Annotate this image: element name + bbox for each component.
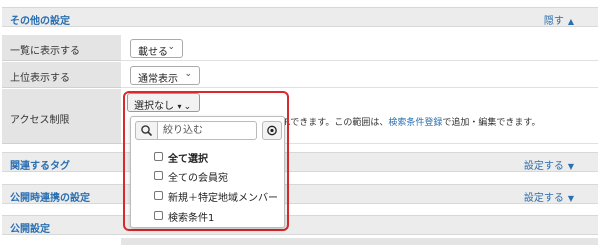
filter-input[interactable] <box>157 121 257 140</box>
toggle-label[interactable]: 隠す <box>544 16 564 27</box>
desc-suffix: で追加・編集できます。 <box>442 118 541 128</box>
search-icon <box>141 125 152 136</box>
label-text: 一覧に表示する <box>10 46 80 57</box>
row-label-list-display: 一覧に表示する <box>2 35 121 61</box>
publish-integration-header: 公開時連携の設定 設定する ▼ <box>2 184 598 204</box>
triangle-down-icon: ▼ <box>567 162 574 171</box>
checkbox[interactable] <box>154 171 163 180</box>
section-title: 公開時連携の設定 <box>10 193 90 204</box>
publish-settings-header: 公開設定 <box>2 215 598 235</box>
list-display-select[interactable]: 載せる ⌄ <box>130 39 183 58</box>
chevron-down-icon: ⌄ <box>184 69 192 79</box>
option-label: 検索条件1 <box>168 213 215 224</box>
row-label-top-display: 上位表示する <box>2 62 121 88</box>
access-description: Rできます。この範囲は、検索条件登録で追加・編集できます。 <box>284 115 541 128</box>
row-value-list-display: 載せる ⌄ <box>121 35 598 61</box>
option-label: 全て選択 <box>168 154 208 165</box>
chevron-down-icon: ⌄ <box>167 42 175 52</box>
search-condition-link[interactable]: 検索条件登録 <box>388 118 442 128</box>
checkbox[interactable] <box>154 152 163 161</box>
checkbox[interactable] <box>154 191 163 200</box>
select-value: 載せる <box>138 47 168 58</box>
section-title: 関連するタグ <box>10 161 70 172</box>
clear-filter-button[interactable] <box>262 121 282 140</box>
other-settings-header: その他の設定 隠す ▲ <box>2 7 598 27</box>
search-addon <box>135 121 158 140</box>
caret-down-icon: ▾ <box>175 102 182 111</box>
hide-toggle[interactable]: 隠す ▲ <box>544 12 574 27</box>
access-multiselect-button[interactable]: 選択なし ▾ ⌄ <box>127 93 200 112</box>
chevron-down-icon: ⌄ <box>183 102 192 112</box>
top-display-select[interactable]: 通常表示 ⌄ <box>130 66 200 85</box>
related-tags-header: 関連するタグ 設定する ▼ <box>2 152 598 172</box>
desc-mid: できます。この範囲は、 <box>290 118 389 128</box>
row-label-access-control: アクセス制限 <box>2 89 121 144</box>
toggle-label[interactable]: 設定する <box>524 193 564 204</box>
related-tags-toggle[interactable]: 設定する ▼ <box>524 157 574 172</box>
publish-integration-toggle[interactable]: 設定する ▼ <box>524 189 574 204</box>
section-title: その他の設定 <box>10 16 70 27</box>
label-text: 上位表示する <box>10 73 70 84</box>
section-title: 公開設定 <box>10 224 50 235</box>
multiselect-dropdown-panel: 全て選択 全ての会員宛 新規＋特定地域メンバー 検索条件1 <box>130 116 285 228</box>
toggle-label[interactable]: 設定する <box>524 161 564 172</box>
clear-circle-icon <box>267 125 277 136</box>
label-text: アクセス制限 <box>10 115 70 126</box>
row-divider <box>121 238 598 245</box>
triangle-up-icon: ▲ <box>567 17 574 26</box>
option-label: 新規＋特定地域メンバー <box>168 193 278 204</box>
option-label: 全ての会員宛 <box>168 173 228 184</box>
row-value-top-display: 通常表示 ⌄ <box>121 62 598 88</box>
triangle-down-icon: ▼ <box>567 194 574 203</box>
checkbox[interactable] <box>154 211 163 220</box>
select-value: 通常表示 <box>138 74 178 85</box>
multiselect-button-label: 選択なし <box>134 101 174 112</box>
